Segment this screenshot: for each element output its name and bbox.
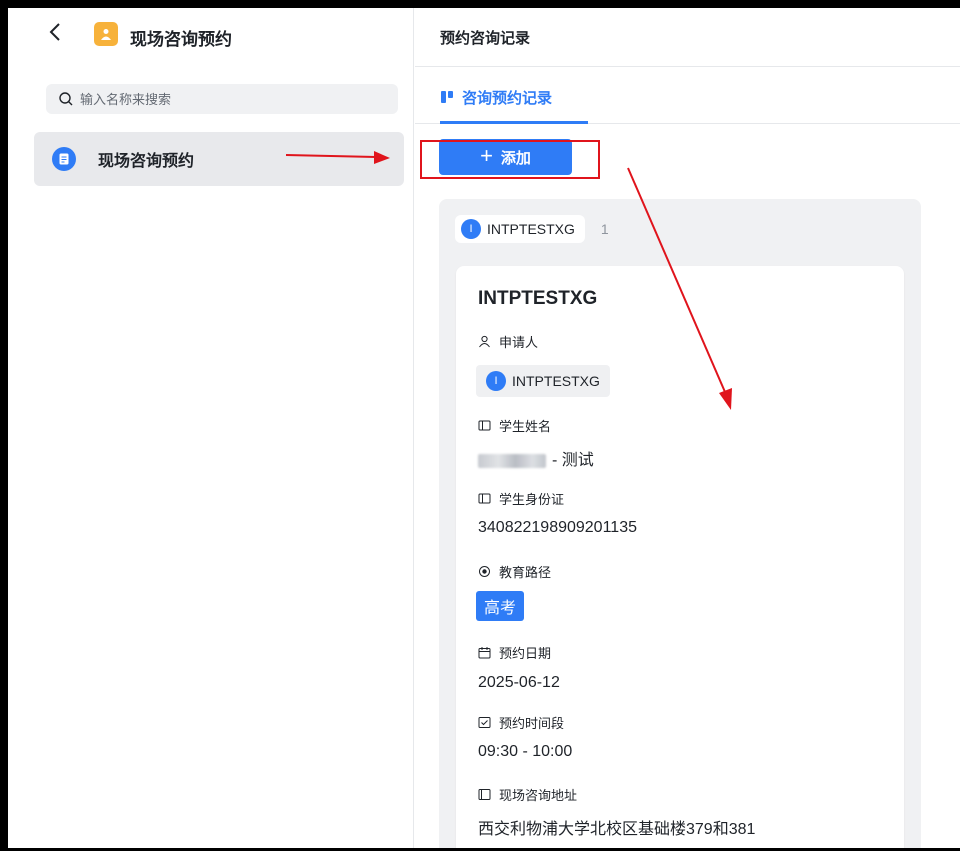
page-title: 预约咨询记录: [440, 29, 531, 47]
student-name-label: 学生姓名: [478, 416, 551, 435]
applicant-name: INTPTESTXG: [512, 373, 600, 389]
card-title: INTPTESTXG: [478, 288, 598, 309]
add-button[interactable]: + 添加: [439, 139, 572, 175]
sidebar-header: 现场咨询预约: [8, 8, 414, 64]
search-input[interactable]: [80, 91, 380, 107]
main-header: 预约咨询记录: [415, 8, 960, 67]
time-range-icon: [478, 717, 491, 728]
tab-label: 咨询预约记录: [462, 89, 553, 107]
add-button-label: 添加: [500, 149, 531, 167]
calendar-icon: [478, 647, 491, 659]
date-label: 预约日期: [478, 643, 551, 662]
sidebar-item-label: 现场咨询预约: [98, 153, 195, 170]
kanban-icon: [441, 91, 453, 103]
sidebar: 现场咨询预约 现场咨询预约: [8, 8, 414, 848]
redacted-name: [478, 453, 546, 468]
group-count: 1: [600, 221, 609, 237]
record-card[interactable]: INTPTESTXG 申请人 I INTPTESTXG 学生姓名 - 测试 学生…: [456, 266, 904, 848]
edu-path-label: 教育路径: [478, 562, 551, 581]
document-icon: [52, 147, 76, 171]
group-name: INTPTESTXG: [487, 221, 575, 237]
address-value: 西交利物浦大学北校区基础楼379和381: [478, 821, 756, 838]
student-name-value: - 测试: [478, 446, 594, 470]
time-label: 预约时间段: [478, 713, 564, 732]
plus-icon: +: [480, 143, 493, 168]
applicant-label: 申请人: [478, 332, 538, 351]
student-id-value: 340822198909201135: [478, 519, 637, 536]
tab-bar: 咨询预约记录: [415, 67, 960, 124]
time-value: 09:30 - 10:00: [478, 743, 573, 760]
textfield-icon: [478, 493, 491, 504]
kanban-column: I INTPTESTXG 1 INTPTESTXG 申请人 I INTPTEST…: [439, 199, 921, 848]
group-header: I INTPTESTXG 1: [455, 215, 609, 243]
avatar: I: [486, 371, 506, 391]
applicant-chip: I INTPTESTXG: [476, 365, 610, 397]
address-icon: [478, 789, 491, 800]
tab-consult-records[interactable]: 咨询预约记录: [440, 85, 552, 109]
date-value: 2025-06-12: [478, 674, 560, 691]
user-icon: [479, 335, 490, 348]
sidebar-item-onsite-consult[interactable]: 现场咨询预约: [34, 132, 404, 186]
group-tag: I INTPTESTXG: [455, 215, 585, 243]
search-box[interactable]: [46, 84, 398, 114]
edu-path-tag: 高考: [476, 591, 525, 621]
textfield-icon: [478, 420, 491, 431]
tab-active-indicator: [440, 121, 588, 124]
back-button[interactable]: [44, 20, 68, 44]
app-title: 现场咨询预约: [130, 30, 232, 49]
search-icon: [59, 92, 73, 106]
app-window: 现场咨询预约 现场咨询预约 预约咨询记录 咨询预约记录 + 添加: [8, 8, 960, 848]
app-person-icon: [94, 22, 118, 46]
address-label: 现场咨询地址: [478, 785, 577, 804]
chevron-left-icon: [49, 23, 60, 41]
main-panel: 预约咨询记录 咨询预约记录 + 添加 I INTPTESTXG 1 INTPTE…: [415, 8, 960, 848]
student-id-label: 学生身份证: [478, 489, 564, 508]
avatar: I: [461, 219, 481, 239]
radio-icon: [479, 566, 490, 577]
